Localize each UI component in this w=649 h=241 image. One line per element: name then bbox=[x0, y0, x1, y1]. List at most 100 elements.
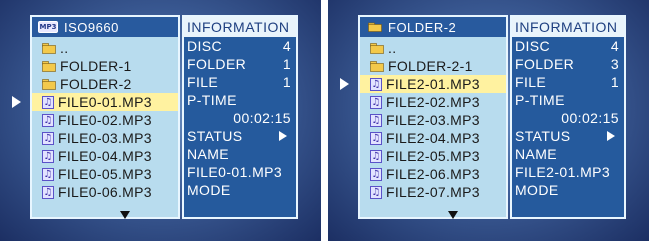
current-location: FOLDER-2 bbox=[388, 19, 457, 35]
info-ptime: P-TIME bbox=[184, 91, 296, 109]
folder-label: FOLDER bbox=[515, 56, 575, 72]
info-panel: INFORMATION DISC 4 FOLDER 3 FILE 1 P-TIM… bbox=[510, 15, 626, 219]
folder-icon bbox=[368, 22, 382, 32]
list-item-label: FILE0-01.MP3 bbox=[58, 94, 152, 110]
info-file: FILE 1 bbox=[512, 73, 624, 91]
list-item-label: .. bbox=[388, 40, 397, 56]
folder-list-item[interactable]: FOLDER-2 bbox=[32, 75, 178, 93]
play-status-icon bbox=[607, 131, 615, 141]
file-list-item[interactable]: ♫ FILE2-05.MP3 bbox=[360, 147, 506, 165]
file-list-item[interactable]: ♫ FILE0-05.MP3 bbox=[32, 165, 178, 183]
info-status: STATUS bbox=[184, 127, 296, 145]
play-arrow-icon bbox=[12, 96, 21, 108]
file-list-item[interactable]: ♫ FILE2-03.MP3 bbox=[360, 111, 506, 129]
file-list-item[interactable]: ♫ FILE2-02.MP3 bbox=[360, 93, 506, 111]
file-list-item[interactable]: ♫ FILE2-06.MP3 bbox=[360, 165, 506, 183]
music-file-icon: ♫ bbox=[42, 185, 54, 199]
list-header: FOLDER-2 bbox=[360, 17, 506, 37]
mode-label: MODE bbox=[187, 182, 231, 198]
file-list-panel: MP3 ISO9660 .. FOLDER-1 FOLDER-2 ♫ FILE0-01.… bbox=[12, 15, 180, 219]
music-file-icon: ♫ bbox=[370, 149, 382, 163]
list-item-label: FOLDER-1 bbox=[60, 58, 132, 74]
music-file-icon: ♫ bbox=[370, 167, 382, 181]
music-file-icon: ♫ bbox=[42, 113, 54, 127]
list-item-label: FILE2-04.MP3 bbox=[386, 130, 480, 146]
music-file-icon: ♫ bbox=[42, 167, 54, 181]
list-item-label: FILE0-04.MP3 bbox=[58, 148, 152, 164]
list-item-label: FILE0-02.MP3 bbox=[58, 112, 152, 128]
info-panel: INFORMATION DISC 4 FOLDER 1 FILE 1 P-TIM… bbox=[182, 15, 298, 219]
file-label: FILE bbox=[187, 74, 219, 90]
info-name-value-row: FILE2-01.MP3 bbox=[512, 163, 624, 181]
folder-value: 3 bbox=[610, 56, 619, 72]
play-arrow-icon bbox=[340, 78, 349, 90]
folder-list-item[interactable]: .. bbox=[32, 39, 178, 57]
file-list-item[interactable]: ♫ FILE2-04.MP3 bbox=[360, 129, 506, 147]
list-item-label: FILE2-03.MP3 bbox=[386, 112, 480, 128]
file-value: 1 bbox=[282, 74, 291, 90]
info-folder: FOLDER 3 bbox=[512, 55, 624, 73]
info-title: INFORMATION bbox=[184, 17, 296, 37]
disc-value: 4 bbox=[282, 38, 291, 54]
info-ptime-value-row: 00:02:15 bbox=[512, 109, 624, 127]
info-ptime-value-row: 00:02:15 bbox=[184, 109, 296, 127]
ptime-label: P-TIME bbox=[187, 92, 237, 108]
file-list-item[interactable]: ♫ FILE0-04.MP3 bbox=[32, 147, 178, 165]
folder-label: FOLDER bbox=[187, 56, 247, 72]
music-file-icon: ♫ bbox=[370, 185, 382, 199]
file-list-item[interactable]: ♫ FILE0-01.MP3 bbox=[12, 93, 178, 111]
screen-left: MP3 ISO9660 .. FOLDER-1 FOLDER-2 ♫ FILE0-01.… bbox=[0, 0, 321, 241]
list-item-label: FILE0-06.MP3 bbox=[58, 184, 152, 200]
list-header: MP3 ISO9660 bbox=[32, 17, 178, 37]
status-label: STATUS bbox=[515, 128, 571, 144]
file-list-item[interactable]: ♫ FILE2-07.MP3 bbox=[360, 183, 506, 201]
info-title: INFORMATION bbox=[512, 17, 624, 37]
folder-icon bbox=[42, 79, 56, 90]
scroll-down-icon[interactable] bbox=[120, 211, 130, 219]
info-mode: MODE bbox=[512, 181, 624, 199]
info-folder: FOLDER 1 bbox=[184, 55, 296, 73]
music-file-icon: ♫ bbox=[370, 77, 382, 91]
music-file-icon: ♫ bbox=[42, 131, 54, 145]
file-list-item[interactable]: ♫ FILE2-01.MP3 bbox=[340, 75, 506, 93]
folder-list-item[interactable]: FOLDER-1 bbox=[32, 57, 178, 75]
screen-divider bbox=[321, 0, 328, 241]
folder-icon bbox=[42, 43, 56, 54]
info-name: NAME bbox=[184, 145, 296, 163]
name-value: FILE0-01.MP3 bbox=[187, 164, 283, 180]
ptime-value: 00:02:15 bbox=[561, 110, 619, 126]
info-file: FILE 1 bbox=[184, 73, 296, 91]
folder-value: 1 bbox=[282, 56, 291, 72]
list-item-label: FILE2-06.MP3 bbox=[386, 166, 480, 182]
list-item-label: FILE2-01.MP3 bbox=[386, 76, 480, 92]
file-list-item[interactable]: ♫ FILE0-06.MP3 bbox=[32, 183, 178, 201]
info-name: NAME bbox=[512, 145, 624, 163]
scroll-down-icon[interactable] bbox=[448, 211, 458, 219]
list-item-label: FOLDER-2 bbox=[60, 76, 132, 92]
folder-list-item[interactable]: .. bbox=[360, 39, 506, 57]
list-item-label: FILE0-05.MP3 bbox=[58, 166, 152, 182]
folder-icon bbox=[370, 43, 384, 54]
info-disc: DISC 4 bbox=[184, 37, 296, 55]
play-status-icon bbox=[279, 131, 287, 141]
list-item-label: FILE2-05.MP3 bbox=[386, 148, 480, 164]
music-file-icon: ♫ bbox=[42, 149, 54, 163]
file-value: 1 bbox=[610, 74, 619, 90]
list-item-label: FILE2-02.MP3 bbox=[386, 94, 480, 110]
music-file-icon: ♫ bbox=[370, 95, 382, 109]
list-item-label: FILE0-03.MP3 bbox=[58, 130, 152, 146]
info-name-value-row: FILE0-01.MP3 bbox=[184, 163, 296, 181]
info-ptime: P-TIME bbox=[512, 91, 624, 109]
list-item-label: .. bbox=[60, 40, 69, 56]
folder-icon bbox=[370, 61, 384, 72]
folder-list-item[interactable]: FOLDER-2-1 bbox=[360, 57, 506, 75]
disc-label: DISC bbox=[187, 38, 223, 54]
file-list-item[interactable]: ♫ FILE0-02.MP3 bbox=[32, 111, 178, 129]
file-list-item[interactable]: ♫ FILE0-03.MP3 bbox=[32, 129, 178, 147]
info-disc: DISC 4 bbox=[512, 37, 624, 55]
file-list-panel: FOLDER-2 .. FOLDER-2-1 ♫ FILE2-01.MP3 ♫ FILE2… bbox=[340, 15, 508, 219]
screen-right: FOLDER-2 .. FOLDER-2-1 ♫ FILE2-01.MP3 ♫ FILE2… bbox=[328, 0, 649, 241]
folder-icon bbox=[42, 61, 56, 72]
current-location: ISO9660 bbox=[64, 19, 119, 35]
disc-label: DISC bbox=[515, 38, 551, 54]
